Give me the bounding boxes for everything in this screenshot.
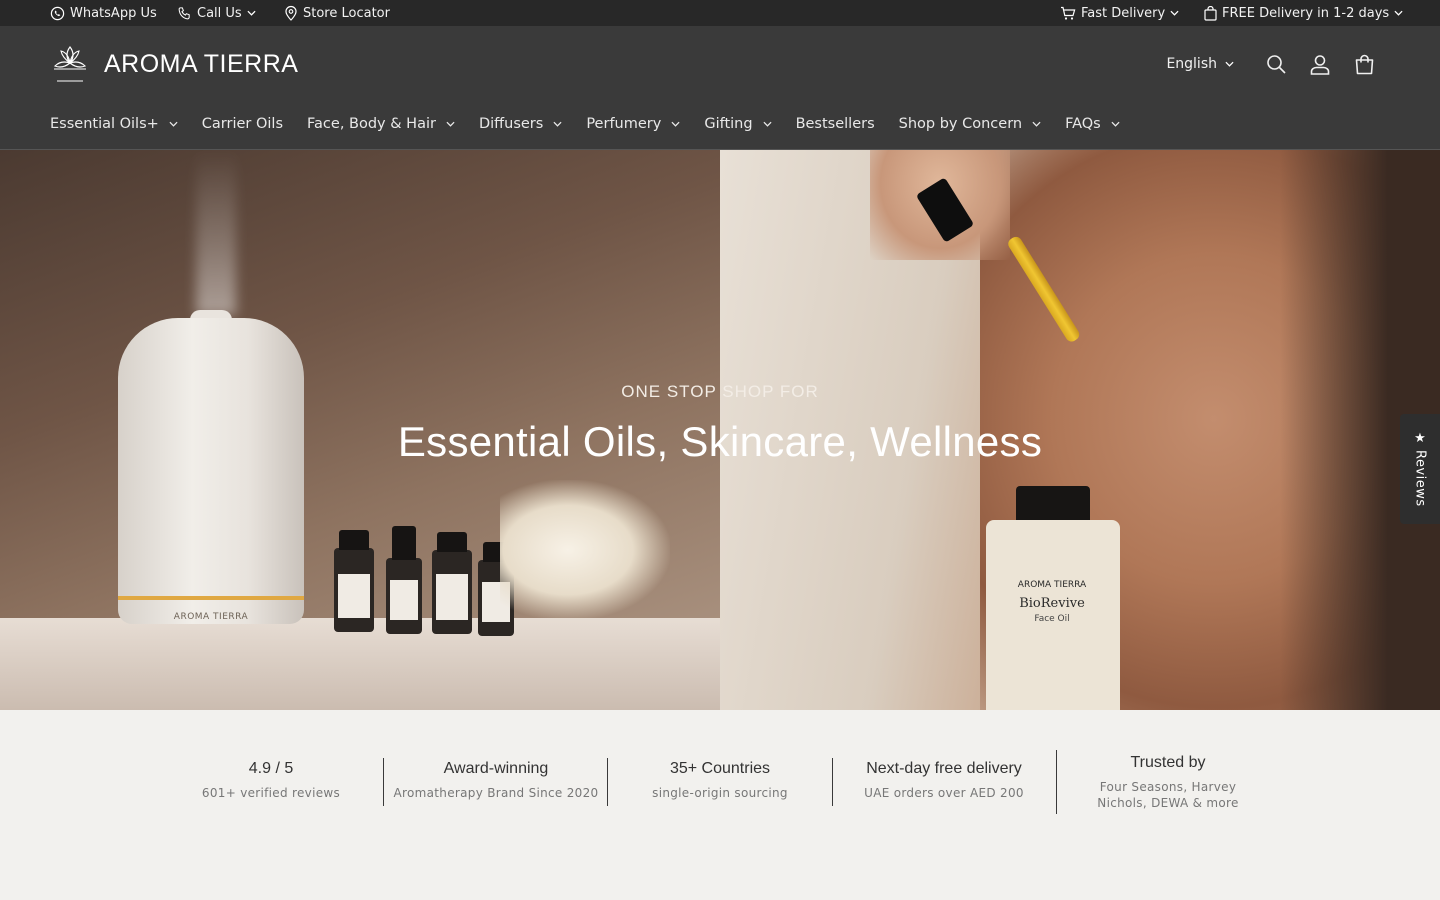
bottle-cap [437, 532, 467, 552]
nav-label: Gifting [704, 116, 753, 132]
cart-icon [1061, 6, 1076, 20]
nav-shop-by-concern[interactable]: Shop by Concern [887, 116, 1053, 132]
trust-title: 4.9 / 5 [248, 759, 294, 777]
oil-bottle [386, 558, 422, 634]
fast-delivery-dropdown[interactable]: Fast Delivery [1060, 0, 1179, 26]
trust-item-trusted-by: Trusted by Four Seasons, Harvey Nichols,… [1056, 746, 1280, 818]
call-us-label: Call Us [197, 5, 242, 21]
brand-logo[interactable]: AROMA TIERRA [50, 42, 298, 86]
nav-diffusers[interactable]: Diffusers [467, 116, 574, 132]
bag-icon [1355, 54, 1373, 74]
nav-faqs[interactable]: FAQs [1053, 116, 1132, 132]
chevron-down-icon [1225, 61, 1234, 67]
nav-label: Diffusers [478, 116, 544, 132]
main-navigation: Essential Oils+ Carrier Oils Face, Body … [38, 110, 1132, 138]
chevron-down-icon [247, 10, 256, 16]
nav-label: FAQs [1065, 116, 1101, 132]
language-selector[interactable]: English [1166, 56, 1234, 72]
nav-label: Perfumery [586, 116, 662, 132]
map-pin-icon [285, 5, 297, 21]
phone-icon [178, 6, 190, 19]
call-us-dropdown[interactable]: Call Us [177, 0, 256, 26]
user-icon [1310, 54, 1330, 75]
nav-label: Face, Body & Hair [307, 116, 436, 132]
free-delivery-label: FREE Delivery in 1-2 days [1222, 5, 1390, 21]
nav-face-body-hair[interactable]: Face, Body & Hair [295, 116, 467, 132]
fast-delivery-label: Fast Delivery [1081, 5, 1166, 21]
nav-bestsellers[interactable]: Bestsellers [784, 116, 887, 132]
ceramic-diffuser [118, 318, 304, 624]
diffuser-brand-label: AROMA TIERRA [173, 612, 249, 622]
chevron-down-icon [1111, 121, 1120, 127]
trust-subtitle: 601+ verified reviews [201, 785, 341, 800]
nav-label: Carrier Oils [201, 116, 284, 132]
serum-product-type: Face Oil [1034, 614, 1070, 624]
search-button[interactable] [1254, 48, 1298, 80]
serum-product-name: BioRevive [1019, 596, 1085, 611]
chevron-down-icon [553, 121, 562, 127]
trust-item-countries: 35+ Countries single-origin sourcing [608, 750, 832, 810]
magnolia-flower [500, 480, 670, 620]
nav-label: Shop by Concern [898, 116, 1023, 132]
cart-button[interactable] [1342, 48, 1386, 80]
oil-bottle [334, 548, 374, 632]
trust-item-delivery: Next-day free delivery UAE orders over A… [832, 750, 1056, 810]
trust-title: Next-day free delivery [866, 759, 1022, 777]
trust-subtitle: UAE orders over AED 200 [864, 785, 1024, 800]
free-delivery-dropdown[interactable]: FREE Delivery in 1-2 days [1204, 0, 1403, 26]
whatsapp-link[interactable]: WhatsApp Us [50, 0, 157, 26]
brand-name: AROMA TIERRA [104, 49, 299, 78]
trust-title: 35+ Countries [669, 759, 771, 777]
trust-item-award: Award-winning Aromatherapy Brand Since 2… [384, 750, 608, 810]
chevron-down-icon [671, 121, 680, 127]
nav-essential-oils[interactable]: Essential Oils+ [38, 116, 190, 132]
star-icon: ★ [1414, 431, 1426, 447]
trust-subtitle: single-origin sourcing [652, 785, 788, 800]
oil-bottle [432, 550, 472, 634]
chevron-down-icon [1170, 10, 1179, 16]
top-utility-bar: WhatsApp Us Call Us Store Locator Fast D… [0, 0, 1440, 26]
diffuser-mist [196, 150, 236, 315]
hero-copy: ONE STOP SHOP FOR Essential Oils, Skinca… [0, 382, 1440, 466]
search-icon [1267, 55, 1286, 74]
hero-title: Essential Oils, Skincare, Wellness [397, 418, 1043, 465]
hero-banner[interactable]: AROMA TIERRA AROMA TIERRA BioRevive Face… [0, 150, 1440, 710]
serum-brand: AROMA TIERRA [1017, 580, 1087, 590]
nav-label: Essential Oils+ [50, 116, 159, 132]
reviews-tab-label: Reviews [1412, 450, 1428, 507]
site-header: AROMA TIERRA English Essential Oils+ Car… [0, 26, 1440, 150]
chevron-down-icon [1032, 121, 1041, 127]
lotus-logo-icon [53, 46, 87, 82]
store-locator-label: Store Locator [303, 5, 390, 21]
chevron-down-icon [763, 121, 772, 127]
trust-item-rating: 4.9 / 5 601+ verified reviews [159, 750, 383, 810]
chevron-down-icon [446, 121, 455, 127]
bottle-cap [339, 530, 369, 550]
hero-kicker: ONE STOP SHOP FOR [621, 382, 819, 401]
trust-subtitle: Aromatherapy Brand Since 2020 [393, 785, 599, 800]
trust-subtitle: Four Seasons, Harvey Nichols, DEWA & mor… [1097, 779, 1239, 810]
nav-label: Bestsellers [795, 116, 875, 132]
account-button[interactable] [1298, 48, 1342, 80]
trust-title: Trusted by [1130, 753, 1206, 771]
header-actions: English [1166, 48, 1386, 80]
shopping-bag-icon [1204, 5, 1217, 21]
chevron-down-icon [169, 121, 178, 127]
whatsapp-icon [50, 6, 65, 20]
whatsapp-label: WhatsApp Us [70, 5, 157, 21]
reviews-side-tab[interactable]: ★ Reviews [1400, 414, 1440, 524]
dropper-cap [392, 526, 416, 560]
store-locator-link[interactable]: Store Locator [284, 0, 390, 26]
chevron-down-icon [1394, 10, 1403, 16]
nav-perfumery[interactable]: Perfumery [574, 116, 692, 132]
trust-strip: 4.9 / 5 601+ verified reviews Award-winn… [0, 710, 1440, 900]
nav-gifting[interactable]: Gifting [692, 116, 783, 132]
trust-title: Award-winning [443, 759, 549, 777]
nav-carrier-oils[interactable]: Carrier Oils [190, 116, 295, 132]
diffuser-light-band [118, 596, 304, 600]
language-label: English [1166, 56, 1217, 72]
